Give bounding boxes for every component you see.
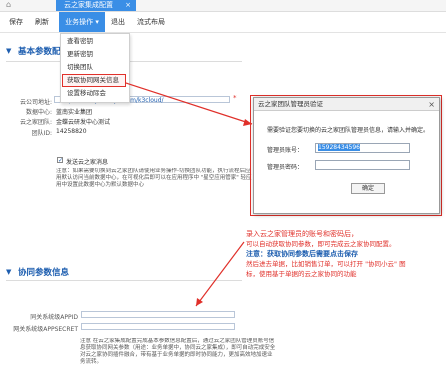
annotation-arrows bbox=[125, 82, 253, 307]
arrowhead-icon bbox=[196, 298, 203, 306]
arrowhead-icon bbox=[243, 119, 252, 126]
annotation-line1: 录入云之家管理员的账号和密码后， bbox=[246, 230, 358, 238]
arrow-to-fields bbox=[195, 241, 245, 307]
annotation-line5: 标，使用基于单据的云之家协同的功能 bbox=[246, 270, 357, 278]
annotation-line4: 然后进去单据，比如销售订单，可以打开 "协同小云" 图 bbox=[246, 260, 406, 268]
annotation-text: 录入云之家管理员的账号和密码后， 可以自动获取协同参数，即可完成云之家协同配置。… bbox=[246, 229, 446, 279]
annotation-line3: 注意：获取协同参数后需要点击保存 bbox=[246, 250, 358, 258]
annotation-line2: 可以自动获取协同参数，即可完成云之家协同配置。 bbox=[246, 240, 396, 248]
arrow-to-dialog bbox=[125, 82, 253, 125]
